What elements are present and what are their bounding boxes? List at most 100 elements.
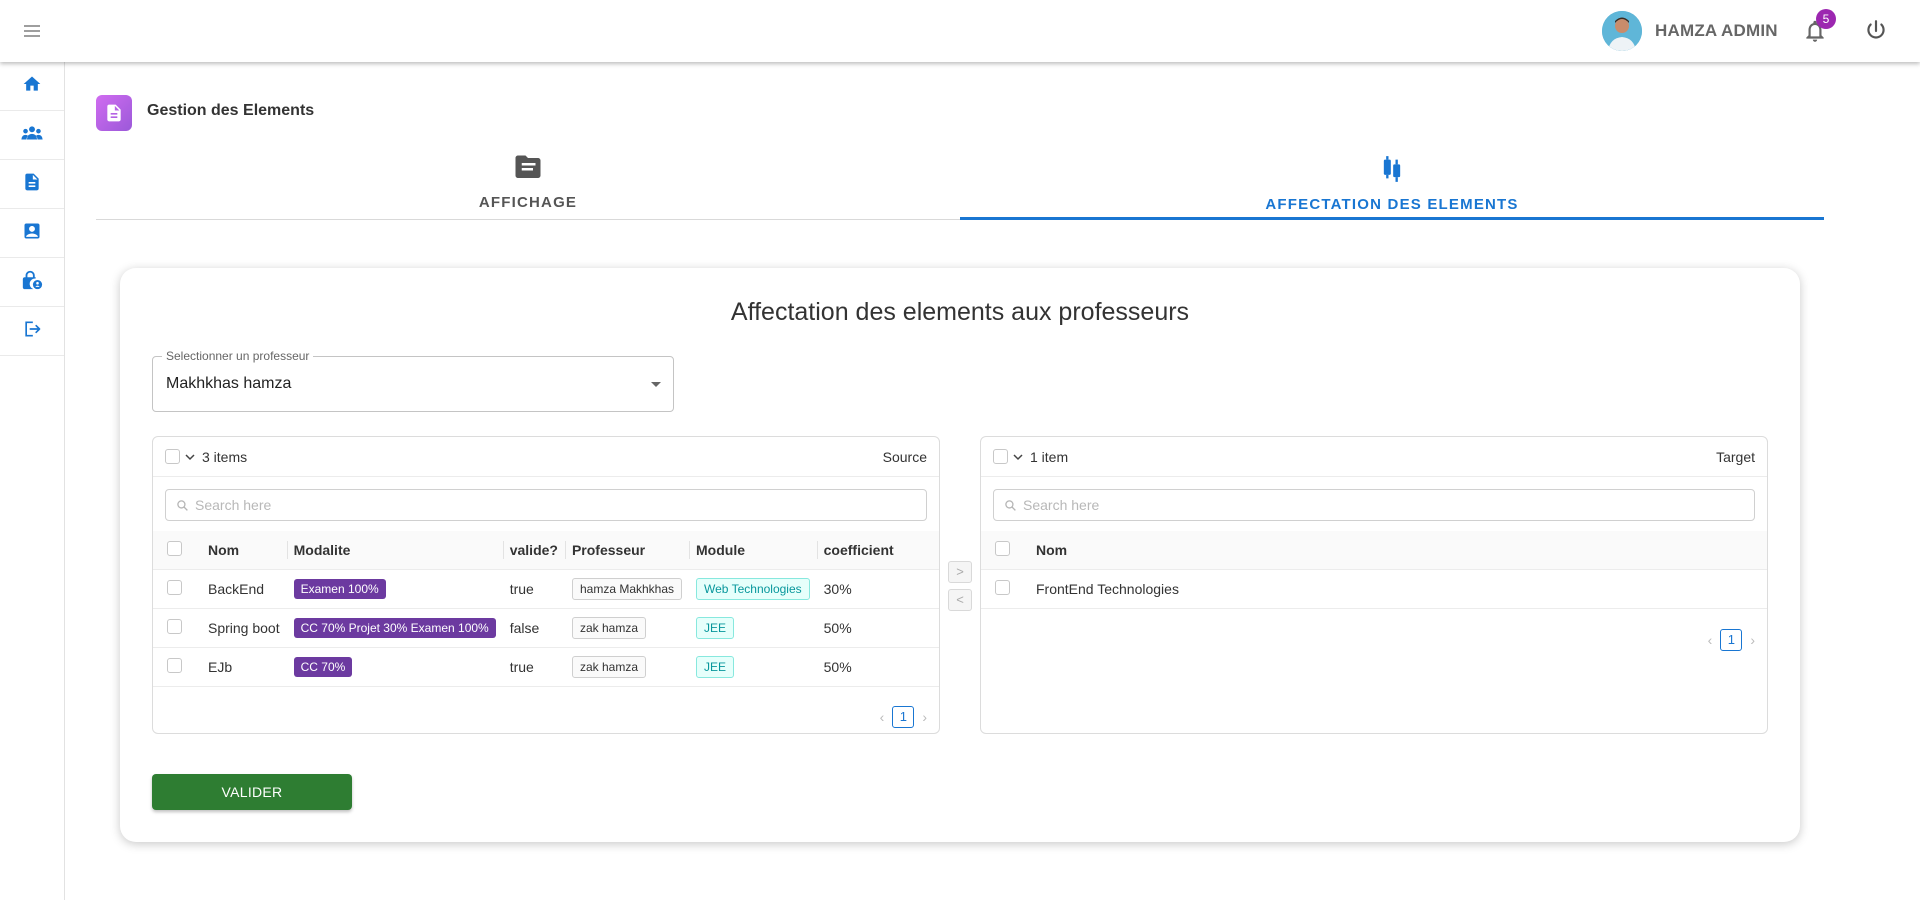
column-header-nom[interactable]: Nom bbox=[201, 531, 287, 570]
table-header-row: Nom bbox=[981, 531, 1767, 570]
cell-nom: BackEnd bbox=[201, 569, 287, 609]
table-header-row: Nom Modalite valide? Professeur Module c… bbox=[153, 531, 939, 570]
document-icon bbox=[22, 172, 42, 197]
chevron-down-icon[interactable] bbox=[1012, 451, 1024, 463]
move-to-source-button[interactable]: < bbox=[948, 589, 972, 611]
cell-coefficient: 50% bbox=[816, 608, 939, 648]
cell-valide: false bbox=[502, 608, 565, 648]
dropdown-arrow-icon bbox=[651, 382, 661, 387]
cell-module: JEE bbox=[689, 608, 817, 648]
cell-valide: true bbox=[502, 647, 565, 687]
row-checkbox-cell bbox=[153, 647, 201, 687]
sidebar-item-security[interactable] bbox=[0, 258, 64, 307]
modalite-tag: Examen 100% bbox=[293, 578, 386, 599]
tab-label: AFFICHAGE bbox=[478, 194, 578, 211]
header-checkbox[interactable] bbox=[167, 540, 182, 556]
target-search-input[interactable]: Search here bbox=[993, 489, 1755, 521]
hamburger-menu-icon[interactable] bbox=[20, 19, 44, 43]
source-panel-header: 3 items Source bbox=[153, 437, 939, 477]
modalite-tag: CC 70% bbox=[293, 656, 353, 677]
table-row[interactable]: EJb CC 70% true zak hamza JEE 50% bbox=[153, 647, 939, 687]
professor-select-value: Makhkhas hamza bbox=[166, 375, 292, 392]
sidebar bbox=[0, 62, 65, 900]
module-tag: JEE bbox=[696, 616, 735, 639]
professeur-tag: zak hamza bbox=[571, 616, 646, 639]
prev-page-icon[interactable]: ‹ bbox=[880, 709, 885, 725]
module-tag: JEE bbox=[696, 655, 735, 678]
cell-nom: EJb bbox=[201, 647, 287, 687]
page-number[interactable]: 1 bbox=[1720, 629, 1743, 651]
source-search-input[interactable]: Search here bbox=[165, 489, 927, 521]
affectation-card: Affectation des elements aux professeurs… bbox=[120, 268, 1800, 842]
folder-icon bbox=[513, 155, 543, 186]
cell-modalite: CC 70% bbox=[286, 647, 503, 687]
professor-select-label: Selectionner un professeur bbox=[162, 349, 314, 363]
row-checkbox-cell bbox=[153, 569, 201, 609]
move-to-target-button[interactable]: > bbox=[948, 561, 972, 583]
logout-icon bbox=[22, 319, 42, 344]
tab-bar: AFFICHAGE AFFECTATION DES ELEMENTS bbox=[96, 145, 1824, 220]
target-title: Target bbox=[1716, 448, 1755, 465]
source-table: Nom Modalite valide? Professeur Module c… bbox=[153, 531, 939, 687]
cell-nom: FrontEnd Technologies bbox=[1029, 569, 1767, 609]
row-checkbox[interactable] bbox=[167, 618, 182, 634]
source-item-count: 3 items bbox=[202, 448, 248, 465]
column-header-nom[interactable]: Nom bbox=[1029, 531, 1767, 570]
column-header-modalite[interactable]: Modalite bbox=[286, 531, 503, 570]
table-row[interactable]: BackEnd Examen 100% true hamza Makhkhas … bbox=[153, 569, 939, 609]
cell-coefficient: 30% bbox=[816, 569, 939, 609]
tab-affectation-des-elements[interactable]: AFFECTATION DES ELEMENTS bbox=[960, 145, 1824, 220]
header-checkbox[interactable] bbox=[995, 540, 1010, 556]
column-header-module[interactable]: Module bbox=[689, 531, 817, 570]
sidebar-item-profiles[interactable] bbox=[0, 209, 64, 258]
page-number[interactable]: 1 bbox=[892, 706, 915, 728]
cell-professeur: zak hamza bbox=[564, 608, 690, 648]
sidebar-item-documents[interactable] bbox=[0, 160, 64, 209]
modalite-tag: CC 70% Projet 30% Examen 100% bbox=[293, 617, 496, 638]
sidebar-item-users[interactable] bbox=[0, 111, 64, 160]
column-header-coefficient[interactable]: coefficient bbox=[816, 531, 939, 570]
card-title: Affectation des elements aux professeurs bbox=[730, 298, 1190, 326]
row-checkbox[interactable] bbox=[167, 579, 182, 595]
cell-module: Web Technologies bbox=[689, 569, 817, 609]
next-page-icon[interactable]: › bbox=[1750, 632, 1755, 648]
next-page-icon[interactable]: › bbox=[922, 709, 927, 725]
lock-user-icon bbox=[21, 269, 43, 296]
target-table: Nom FrontEnd Technologies bbox=[981, 531, 1767, 609]
page-document-icon bbox=[96, 95, 132, 131]
power-icon[interactable] bbox=[1863, 18, 1889, 44]
sidebar-item-home[interactable] bbox=[0, 62, 64, 111]
tab-label: AFFECTATION DES ELEMENTS bbox=[1265, 196, 1519, 213]
target-pagination: ‹ 1 › bbox=[1708, 629, 1755, 651]
column-header-valide[interactable]: valide? bbox=[502, 531, 565, 570]
chevron-down-icon[interactable] bbox=[184, 451, 196, 463]
source-select-all-checkbox[interactable] bbox=[165, 449, 180, 464]
professor-select[interactable]: Selectionner un professeur Makhkhas hamz… bbox=[152, 349, 674, 412]
professeur-tag: hamza Makhkhas bbox=[571, 577, 683, 600]
target-select-all-checkbox[interactable] bbox=[993, 449, 1008, 464]
row-checkbox[interactable] bbox=[995, 579, 1010, 595]
notification-badge: 5 bbox=[1816, 9, 1836, 29]
user-name: HAMZA ADMIN bbox=[1655, 21, 1778, 40]
table-row[interactable]: Spring boot CC 70% Projet 30% Examen 100… bbox=[153, 608, 939, 648]
valider-button[interactable]: VALIDER bbox=[152, 774, 352, 810]
header-checkbox-cell bbox=[153, 531, 201, 570]
sidebar-item-logout[interactable] bbox=[0, 307, 64, 356]
user-profile[interactable]: HAMZA ADMIN bbox=[1602, 10, 1778, 52]
users-icon bbox=[20, 123, 44, 148]
target-panel-header: 1 item Target bbox=[981, 437, 1767, 477]
cell-modalite: Examen 100% bbox=[286, 569, 503, 609]
search-placeholder: Search here bbox=[1023, 497, 1100, 513]
top-app-bar: HAMZA ADMIN 5 bbox=[0, 0, 1920, 62]
row-checkbox[interactable] bbox=[167, 657, 182, 673]
cell-coefficient: 50% bbox=[816, 647, 939, 687]
row-checkbox-cell bbox=[981, 569, 1029, 609]
header-checkbox-cell bbox=[981, 531, 1029, 570]
prev-page-icon[interactable]: ‹ bbox=[1708, 632, 1713, 648]
cell-professeur: zak hamza bbox=[564, 647, 690, 687]
target-panel: 1 item Target Search here Nom FrontEnd T… bbox=[980, 436, 1768, 734]
column-header-professeur[interactable]: Professeur bbox=[564, 531, 690, 570]
table-row[interactable]: FrontEnd Technologies bbox=[981, 569, 1767, 609]
tab-affichage[interactable]: AFFICHAGE bbox=[96, 145, 960, 219]
home-icon bbox=[22, 74, 42, 99]
